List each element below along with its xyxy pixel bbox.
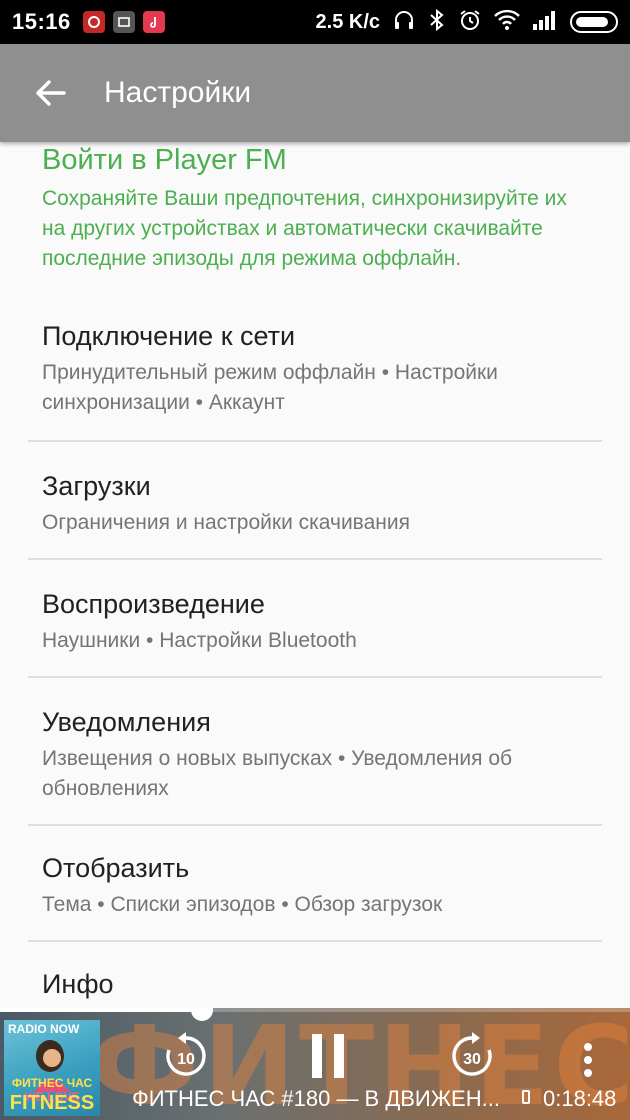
setting-downloads[interactable]: Загрузки Ограничения и настройки скачива… <box>0 468 630 538</box>
network-speed: 2.5 K/c <box>315 10 380 33</box>
pause-button[interactable] <box>302 1030 354 1082</box>
settings-content: Войти в Player FM Сохраняйте Ваши предпо… <box>0 142 630 1008</box>
setting-subtitle: Принудительный режим оффлайн • Настройки… <box>42 361 498 414</box>
back-arrow-icon <box>36 80 66 106</box>
divider <box>28 558 602 560</box>
app-notification-icon <box>82 11 105 33</box>
episode-cover-art[interactable]: RADIO NOW ФИТНЕС ЧАС WE LOVE FITNESS <box>4 1020 100 1116</box>
back-button[interactable] <box>0 44 100 142</box>
separator-icon <box>522 1090 530 1104</box>
mini-player[interactable]: ФИТНЕС ЧАС RADIO NOW ФИТНЕС ЧАС WE LOVE … <box>0 1008 630 1120</box>
more-options-button[interactable] <box>574 1038 602 1082</box>
settings-list: Подключение к сети Принудительный режим … <box>0 318 630 1002</box>
progress-fill <box>0 1008 202 1012</box>
setting-title: Загрузки <box>42 471 151 501</box>
notification-icons <box>82 11 165 33</box>
setting-network[interactable]: Подключение к сети Принудительный режим … <box>0 318 630 418</box>
setting-notifications[interactable]: Уведомления Извещения о новых выпусках •… <box>0 704 630 804</box>
rewind-icon: 10 <box>166 1032 206 1076</box>
setting-subtitle: Наушники • Настройки Bluetooth <box>42 629 357 652</box>
setting-info[interactable]: Инфо <box>0 966 630 1002</box>
battery-icon <box>570 11 618 33</box>
setting-playback[interactable]: Воспроизведение Наушники • Настройки Blu… <box>0 586 630 656</box>
rewind-button[interactable]: 10 <box>160 1030 212 1082</box>
episode-title[interactable]: ФИТНЕС ЧАС #180 — В ДВИЖЕН... <box>132 1086 500 1112</box>
status-time: 15:16 <box>12 9 71 34</box>
forward-icon: 30 <box>452 1032 492 1076</box>
headphones-icon <box>392 8 416 37</box>
music-notification-icon <box>142 11 165 33</box>
divider <box>28 824 602 826</box>
progress-bar[interactable] <box>0 1008 630 1012</box>
gallery-notification-icon <box>112 11 135 33</box>
alarm-icon <box>458 8 482 37</box>
divider <box>28 940 602 942</box>
setting-title: Подключение к сети <box>42 321 296 351</box>
setting-subtitle: Ограничения и настройки скачивания <box>42 511 410 534</box>
pause-icon <box>312 1034 344 1078</box>
divider <box>28 676 602 678</box>
rewind-label: 10 <box>177 1051 195 1068</box>
login-title[interactable]: Войти в Player FM <box>42 142 588 178</box>
app-toolbar: Настройки <box>0 44 630 142</box>
setting-title: Отобразить <box>42 853 190 883</box>
forward-label: 30 <box>463 1051 481 1068</box>
divider <box>28 440 602 442</box>
forward-button[interactable]: 30 <box>446 1030 498 1082</box>
playback-time: 0:18:48 <box>543 1086 617 1111</box>
battery-level <box>576 17 609 27</box>
cover-big-text: FITNESS <box>9 1092 95 1114</box>
signal-icon <box>532 9 558 36</box>
bluetooth-icon <box>428 8 446 37</box>
login-section[interactable]: Войти в Player FM Сохраняйте Ваши предпо… <box>0 142 630 274</box>
page-title: Настройки <box>104 76 252 109</box>
setting-title: Воспроизведение <box>42 589 265 619</box>
login-description: Сохраняйте Ваши предпочтения, синхронизи… <box>42 187 567 270</box>
more-vert-icon <box>584 1043 592 1077</box>
setting-subtitle: Извещения о новых выпусках • Уведомления… <box>42 747 513 800</box>
wifi-icon <box>494 9 520 36</box>
setting-title: Уведомления <box>42 707 211 737</box>
status-bar: 15:16 2.5 K/c <box>0 0 630 44</box>
setting-display[interactable]: Отобразить Тема • Списки эпизодов • Обзо… <box>0 850 630 920</box>
setting-title: Инфо <box>42 969 114 999</box>
setting-subtitle: Тема • Списки эпизодов • Обзор загрузок <box>42 893 443 916</box>
